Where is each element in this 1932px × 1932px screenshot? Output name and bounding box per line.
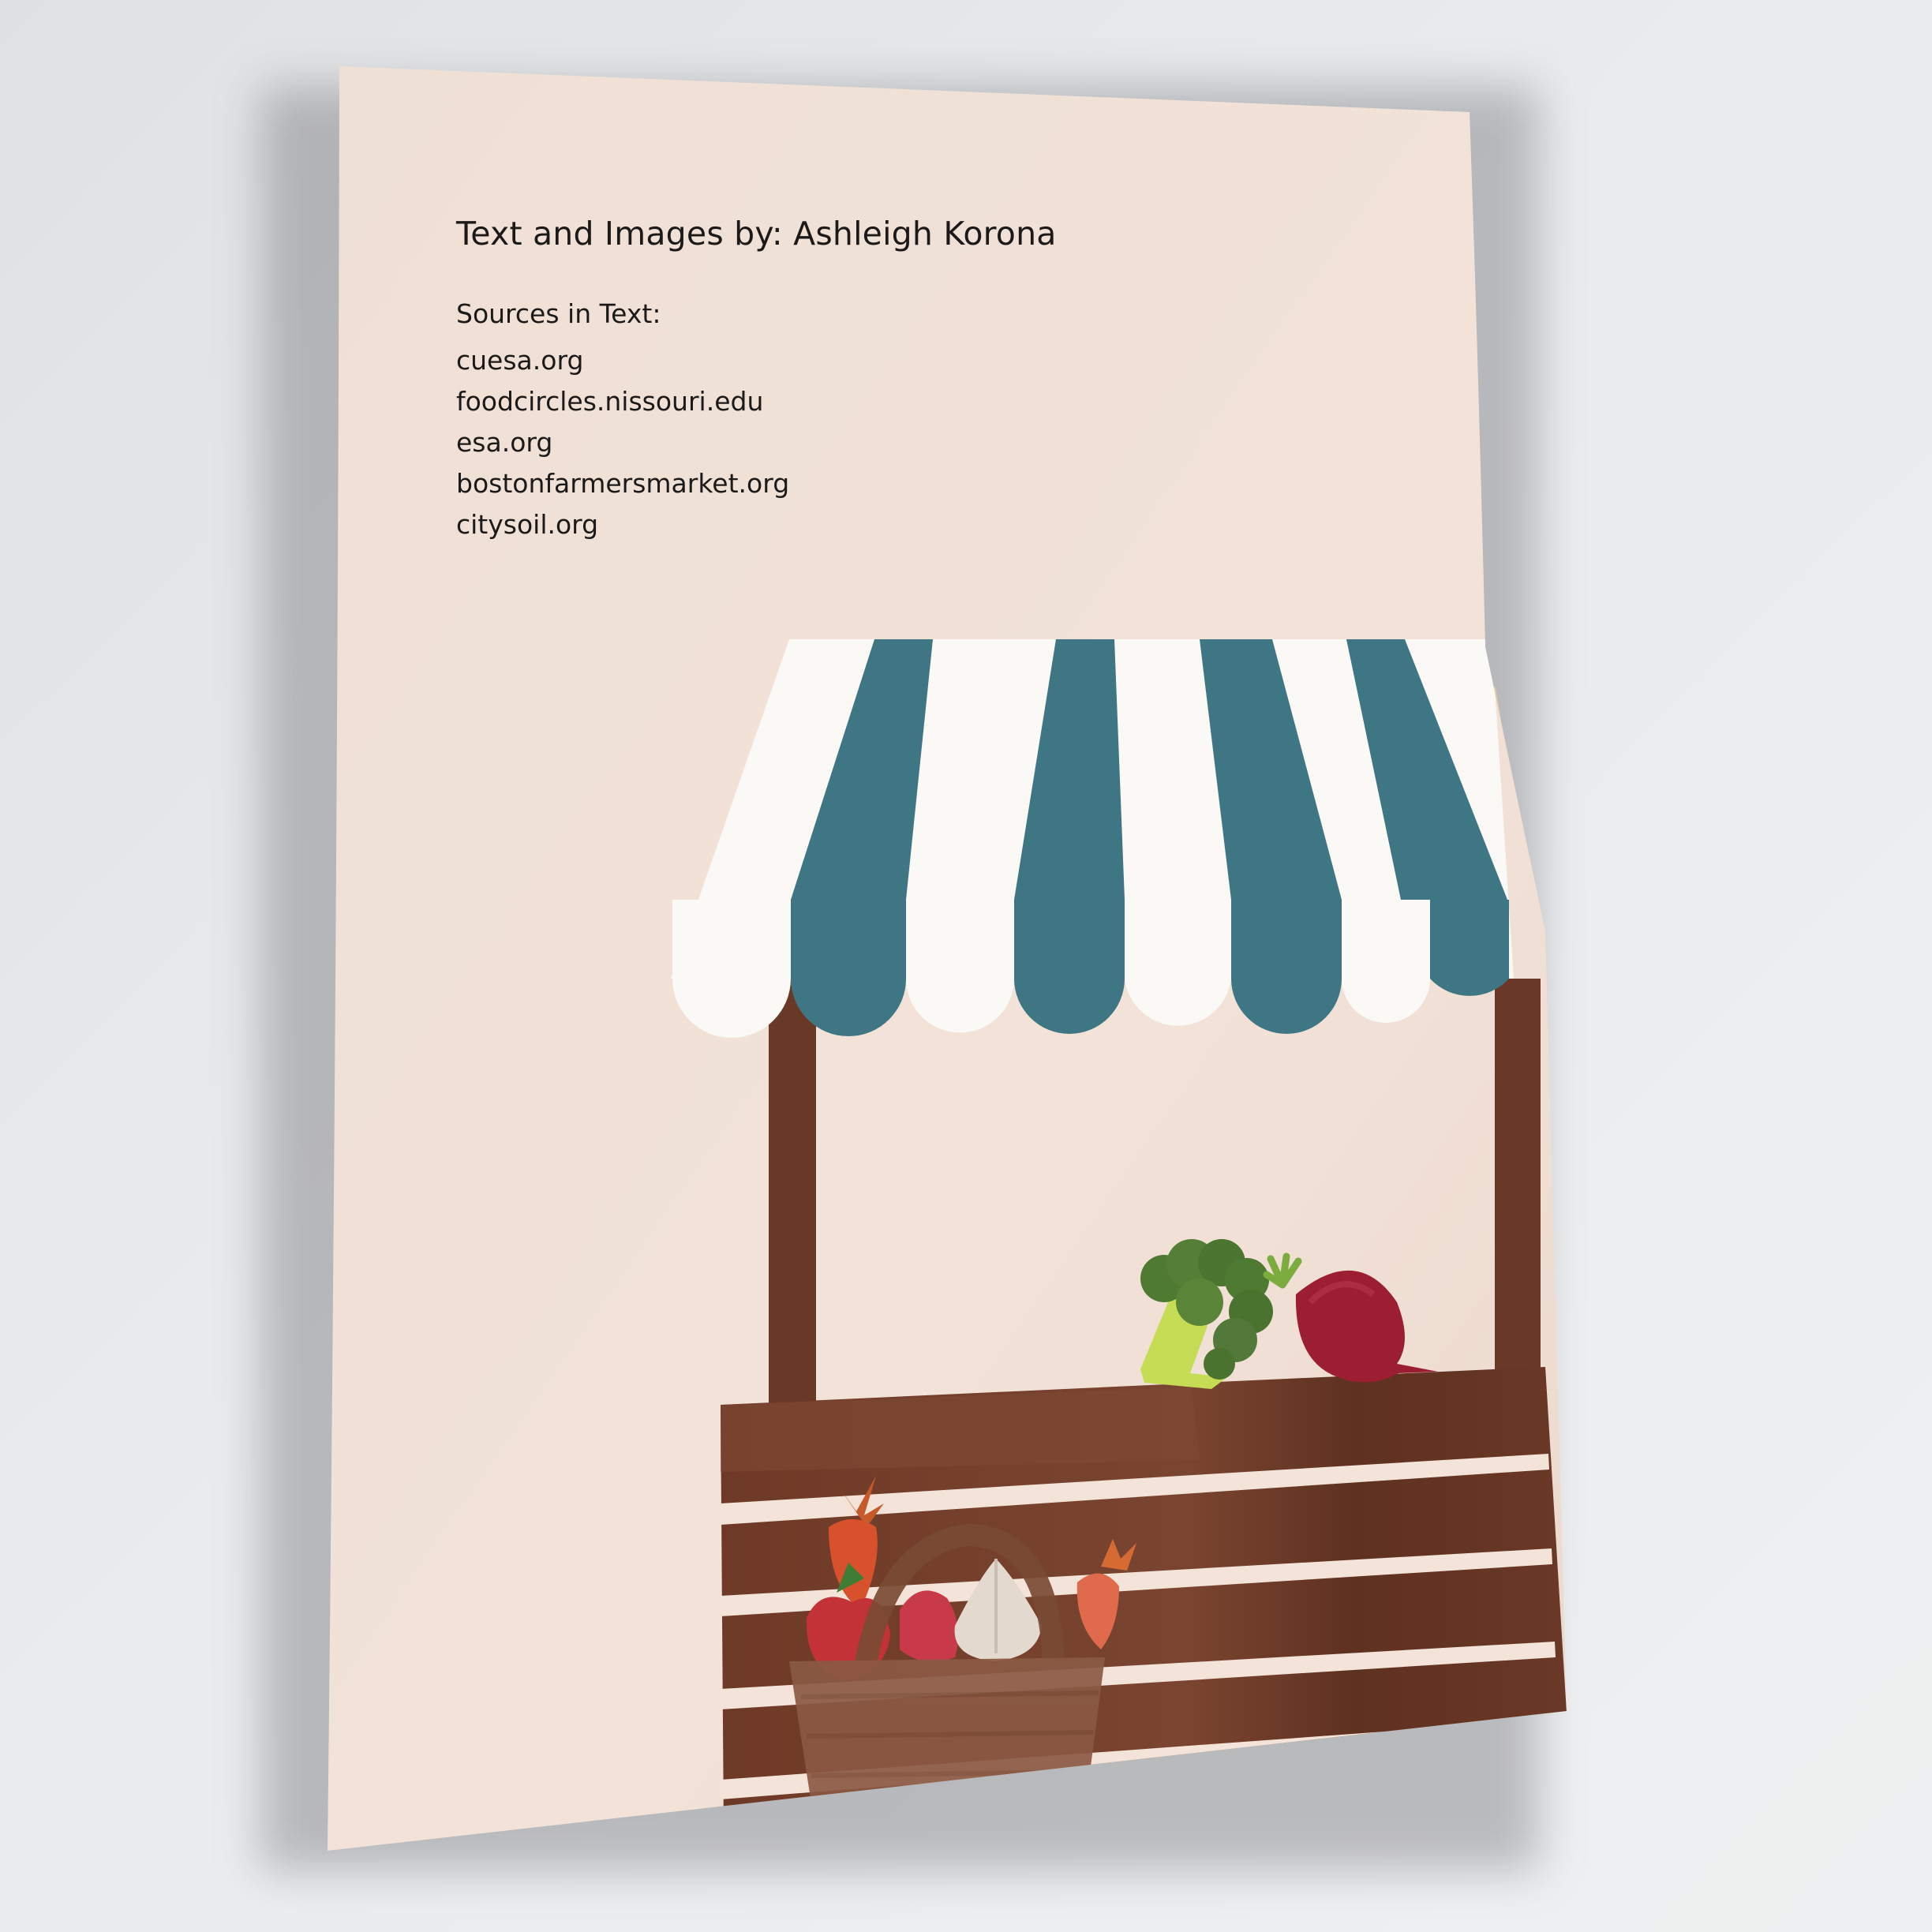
photo-scene: Text and Images by: Ashleigh Korona Sour… bbox=[0, 0, 1932, 1932]
credits-block: Text and Images by: Ashleigh Korona Sour… bbox=[456, 215, 1057, 545]
sources-heading: Sources in Text: bbox=[456, 298, 661, 329]
source-item: cuesa.org bbox=[456, 345, 584, 376]
source-item: bostonfarmersmarket.org bbox=[456, 468, 790, 499]
source-item: foodcircles.nissouri.edu bbox=[456, 386, 764, 417]
stall-post-left bbox=[769, 979, 816, 1405]
source-item: citysoil.org bbox=[456, 509, 599, 540]
credit-line: Text and Images by: Ashleigh Korona bbox=[456, 215, 1057, 253]
source-item: esa.org bbox=[456, 427, 553, 458]
striped-awning-icon bbox=[671, 639, 1514, 1038]
stall-post-right bbox=[1495, 979, 1541, 1405]
author-name: Ashleigh Korona bbox=[793, 215, 1057, 253]
sources-list: cuesa.org foodcircles.nissouri.edu esa.o… bbox=[456, 340, 1057, 545]
credit-label: Text and Images by: bbox=[456, 215, 783, 253]
